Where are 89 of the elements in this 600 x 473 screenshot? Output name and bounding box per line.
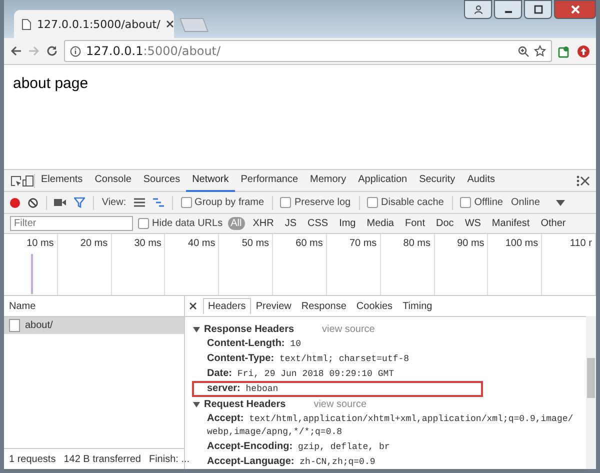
list-view-icon[interactable] <box>134 198 146 207</box>
header-line: Content-Type: text/html; charset=utf-8 <box>206 352 410 366</box>
header-line: Accept-Language: zh-CN,zh;q=0.9 <box>206 455 376 469</box>
throttling-dropdown[interactable]: Online <box>510 197 540 208</box>
document-icon <box>22 18 31 30</box>
waterfall-view-icon[interactable] <box>153 198 164 207</box>
devtools-tab[interactable]: Sources <box>137 169 186 192</box>
zoom-icon[interactable] <box>518 46 529 56</box>
type-filter[interactable]: Img <box>336 217 359 230</box>
column-header: Name <box>9 300 36 312</box>
option-checkbox[interactable]: Offline <box>460 197 503 208</box>
header-line: Accept-Encoding: gzip, deflate, br <box>206 440 391 454</box>
detail-tab[interactable]: Preview <box>250 298 296 314</box>
person-icon <box>474 5 482 14</box>
option-checkbox[interactable]: Group by frame <box>180 197 264 208</box>
triangle-icon <box>193 400 200 408</box>
header-line: Date: Fri, 29 Jun 2018 09:29:10 GMT <box>206 367 396 381</box>
upload-icon[interactable] <box>577 44 590 58</box>
timeline-tick: 30 ms <box>134 238 162 249</box>
header-line: server: heboan <box>193 382 482 396</box>
clear-icon[interactable] <box>28 198 38 208</box>
timeline-tick: 20 ms <box>80 238 108 249</box>
devtools-tab[interactable]: Audits <box>461 169 501 192</box>
detail-tab[interactable]: Response <box>296 298 352 314</box>
browser-tab[interactable]: 127.0.0.1:5000/about/ <box>14 10 174 38</box>
devtools-tab[interactable]: Security <box>413 169 462 192</box>
filter-icon[interactable] <box>74 197 86 208</box>
devtools-tab[interactable]: Application <box>352 169 414 192</box>
close-icon[interactable] <box>189 302 197 310</box>
detail-tab[interactable]: Headers <box>203 298 251 314</box>
video-camera-icon[interactable] <box>54 198 66 207</box>
type-filter[interactable]: Font <box>402 217 428 230</box>
timeline-tick: 80 ms <box>403 238 430 249</box>
devtools-tab[interactable]: Performance <box>234 169 304 192</box>
maximize-button[interactable] <box>524 0 552 19</box>
reload-icon[interactable] <box>46 45 58 57</box>
dropdown-arrow-icon[interactable] <box>556 200 565 206</box>
devtools-tab[interactable]: Elements <box>35 169 89 192</box>
scrollbar[interactable] <box>586 316 596 469</box>
detail-tab[interactable]: Cookies <box>351 298 398 314</box>
devtools-tab[interactable]: Console <box>88 169 138 192</box>
type-filter[interactable]: Manifest <box>488 217 533 230</box>
close-icon[interactable] <box>166 20 174 28</box>
extension-icon[interactable] <box>558 44 571 58</box>
type-filter[interactable]: XHR <box>250 217 277 230</box>
close-button[interactable] <box>554 0 596 19</box>
detail-tab[interactable]: Timing <box>398 298 438 314</box>
status-text: Finish: ... <box>148 454 190 464</box>
type-filter[interactable]: Media <box>364 217 397 230</box>
type-filter[interactable]: Other <box>538 217 569 230</box>
status-text: 142 B transferred <box>64 454 141 464</box>
info-icon <box>70 46 81 56</box>
section-header[interactable]: Request Headers view source <box>193 397 582 411</box>
request-row[interactable]: about/ <box>4 317 184 334</box>
devtools-tab[interactable]: Memory <box>304 169 352 192</box>
timeline-tick: 70 ms <box>349 238 377 249</box>
address-bar[interactable]: 127.0.0.1:5000/about/ <box>64 40 552 62</box>
maximize-icon <box>534 5 542 14</box>
timeline-tick: 10 ms <box>26 238 54 249</box>
filter-field[interactable]: Filter <box>10 216 133 231</box>
minimize-button[interactable] <box>494 0 522 19</box>
timeline-tick: 110 r <box>570 238 592 249</box>
timeline-tick: 50 ms <box>242 238 270 249</box>
back-icon[interactable] <box>10 45 22 57</box>
type-filter[interactable]: Doc <box>433 217 457 230</box>
more-icon[interactable] <box>576 174 580 186</box>
timeline-tick: 100 ms <box>505 238 538 249</box>
triangle-icon <box>193 326 200 332</box>
timeline-tick: 60 ms <box>296 238 323 249</box>
device-icon[interactable] <box>22 174 34 186</box>
record-icon[interactable] <box>10 198 20 208</box>
close-icon <box>570 5 580 14</box>
hide-data-urls-checkbox[interactable]: Hide data URLs <box>138 218 223 229</box>
close-icon[interactable] <box>580 176 590 186</box>
view-label: View: <box>102 197 126 208</box>
inspect-icon[interactable] <box>10 174 22 186</box>
user-button[interactable] <box>464 0 492 19</box>
type-filter[interactable]: CSS <box>304 217 332 230</box>
page-heading: about page <box>13 75 88 92</box>
type-filter[interactable]: WS <box>462 217 484 230</box>
option-checkbox[interactable]: Preserve log <box>280 197 351 208</box>
type-filter[interactable]: JS <box>282 217 300 230</box>
section-header[interactable]: Response Headers view source <box>193 322 582 336</box>
timeline-tick: 90 ms <box>457 238 484 249</box>
status-text: 1 requests <box>9 454 56 464</box>
timeline-tick: 40 ms <box>188 238 216 249</box>
option-checkbox[interactable]: Disable cache <box>367 197 444 208</box>
header-line: Content-Length: 10 <box>206 337 302 351</box>
star-icon[interactable] <box>534 45 546 57</box>
